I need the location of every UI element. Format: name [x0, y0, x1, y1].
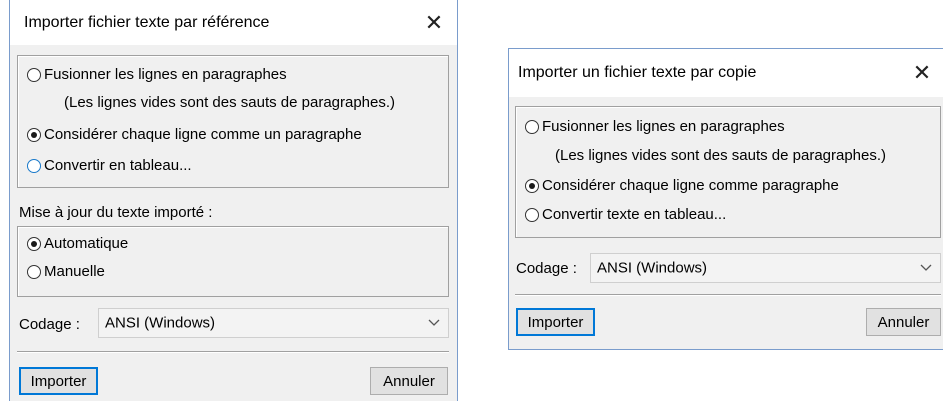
radio-convert-table[interactable]: Convertir en tableau...: [27, 157, 192, 174]
divider: [515, 294, 941, 296]
import-by-copy-dialog: Importer un fichier texte par copie ✕ Fu…: [508, 48, 943, 350]
radio-label: Fusionner les lignes en paragraphes: [542, 118, 785, 135]
radio-button[interactable]: [27, 236, 41, 251]
radio-each-line-paragraph[interactable]: Considérer chaque ligne comme un paragra…: [27, 126, 362, 143]
radio-each-line-paragraph[interactable]: Considérer chaque ligne comme paragraphe: [525, 177, 839, 194]
radio-button[interactable]: [27, 158, 41, 173]
encoding-select[interactable]: ANSI (Windows): [590, 253, 941, 283]
merge-note: (Les lignes vides sont des sauts de para…: [555, 147, 887, 164]
radio-automatic[interactable]: Automatique: [27, 235, 128, 252]
title-bar: Importer un fichier texte par copie ✕: [509, 49, 943, 97]
radio-label: Convertir texte en tableau...: [542, 206, 727, 223]
dialog-title: Importer fichier texte par référence: [24, 13, 270, 31]
chevron-down-icon: [428, 319, 440, 326]
encoding-select[interactable]: ANSI (Windows): [98, 308, 449, 338]
close-icon[interactable]: ✕: [417, 8, 451, 38]
import-by-reference-dialog: Importer fichier texte par référence ✕ F…: [9, 0, 458, 401]
radio-button[interactable]: [525, 178, 539, 193]
radio-button[interactable]: [525, 207, 539, 222]
merge-note: (Les lignes vides sont des sauts de para…: [64, 94, 396, 111]
encoding-value: ANSI (Windows): [597, 259, 708, 277]
radio-button[interactable]: [27, 127, 41, 142]
dialog-title: Importer un fichier texte par copie: [518, 64, 757, 81]
paragraph-options-group: Fusionner les lignes en paragraphes (Les…: [17, 55, 449, 188]
update-label: Mise à jour du texte importé :: [19, 204, 213, 221]
update-options-group: Automatique Manuelle: [17, 226, 449, 297]
close-icon[interactable]: ✕: [905, 58, 939, 88]
radio-label: Automatique: [44, 235, 129, 252]
radio-merge-lines[interactable]: Fusionner les lignes en paragraphes: [525, 118, 785, 135]
radio-manual[interactable]: Manuelle: [27, 263, 105, 280]
radio-merge-lines[interactable]: Fusionner les lignes en paragraphes: [27, 66, 287, 83]
radio-button[interactable]: [27, 67, 41, 82]
import-button[interactable]: Importer: [516, 308, 595, 336]
radio-button[interactable]: [525, 119, 539, 134]
radio-label: Considérer chaque ligne comme un paragra…: [44, 126, 362, 143]
radio-label: Manuelle: [44, 263, 105, 280]
encoding-label: Codage :: [19, 316, 80, 333]
radio-label: Convertir en tableau...: [44, 157, 192, 174]
import-button[interactable]: Importer: [19, 367, 98, 395]
divider: [17, 351, 449, 353]
radio-convert-table[interactable]: Convertir texte en tableau...: [525, 206, 726, 223]
radio-label: Fusionner les lignes en paragraphes: [44, 66, 287, 83]
paragraph-options-group: Fusionner les lignes en paragraphes (Les…: [515, 106, 941, 238]
encoding-label: Codage :: [516, 260, 577, 277]
cancel-button[interactable]: Annuler: [866, 308, 941, 336]
title-bar: Importer fichier texte par référence ✕: [10, 0, 457, 45]
radio-button[interactable]: [27, 264, 41, 279]
radio-label: Considérer chaque ligne comme paragraphe: [542, 177, 839, 194]
cancel-button[interactable]: Annuler: [370, 367, 448, 395]
encoding-value: ANSI (Windows): [105, 314, 216, 332]
chevron-down-icon: [920, 264, 932, 271]
